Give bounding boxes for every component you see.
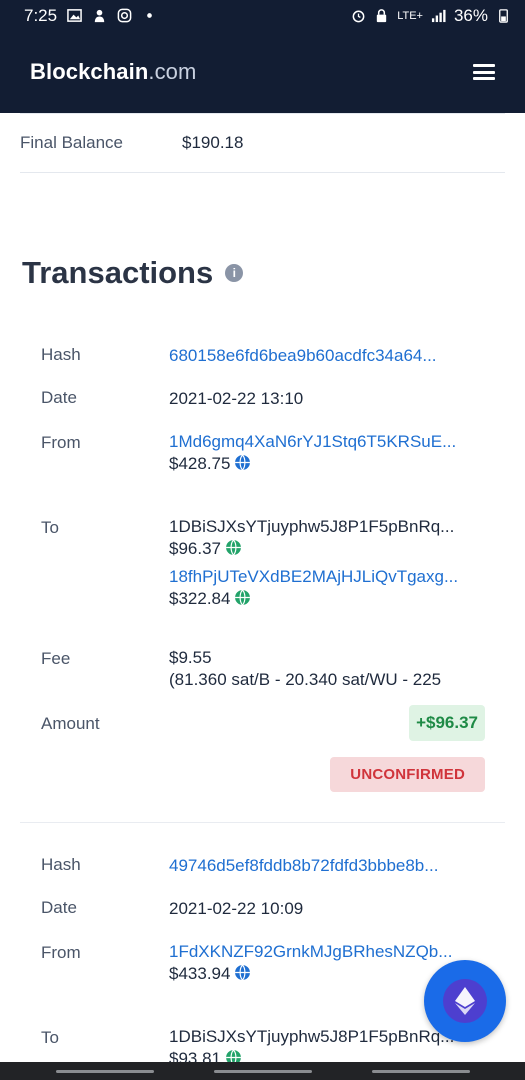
globe-icon[interactable] (234, 964, 251, 981)
instagram-icon (117, 8, 132, 23)
transactions-heading: Transactions i (22, 255, 244, 291)
brand-suffix: .com (148, 59, 197, 84)
tx-from-label: From (41, 433, 81, 452)
tx-date-value: 2021-02-22 13:10 (169, 389, 304, 408)
tx-to-amount: $96.37 (169, 539, 221, 558)
tx-to-amount: $322.84 (169, 589, 231, 608)
tx-hash-link[interactable]: 49746d5ef8fddb8b72fdfd3bbbe8b... (169, 856, 438, 875)
tx-fee-row: Fee (41, 649, 70, 669)
tx-date-label: Date (41, 898, 77, 917)
tx-date-row: Date (41, 898, 77, 918)
battery-percent: 36% (453, 5, 488, 25)
tx-hash-label: Hash (41, 855, 81, 874)
tx-to-address[interactable]: 18fhPjUTeVXdBE2MAjHJLiQvTgaxg... (169, 567, 458, 586)
nav-back-handle[interactable] (55, 1069, 154, 1073)
tx-to-row: To (41, 1028, 59, 1048)
tx-to-address: 1DBiSJXsYTjuyphw5J8P1F5pBnRq... (169, 1027, 455, 1046)
nav-recents-handle[interactable] (371, 1069, 470, 1073)
clock-time: 7:25 (24, 5, 58, 25)
final-balance-value: $190.18 (182, 133, 244, 152)
dot-icon (147, 13, 152, 18)
final-balance-row: Final Balance $190.18 (20, 113, 505, 173)
app-header: Blockchain.com (0, 31, 525, 113)
tx-from-amount: $428.75 (169, 454, 231, 473)
hamburger-menu-icon[interactable] (473, 64, 495, 80)
transaction-card: Hash 680158e6fd6bea9b60acdfc34a64... Dat… (20, 333, 505, 813)
tx-hash-row: Hash (41, 855, 81, 875)
tx-from-row: From (41, 943, 81, 963)
system-status-bar: 7:25 LTE+ 36% (0, 0, 525, 31)
transactions-title: Transactions (22, 255, 214, 290)
page-content: Final Balance $190.18 Transactions i Has… (0, 113, 525, 1062)
tx-fee-value: $9.55 (169, 648, 212, 667)
brand-name: Blockchain (30, 59, 149, 84)
tx-hash-label: Hash (41, 345, 81, 364)
network-type: LTE+ (397, 9, 423, 22)
info-icon[interactable]: i (225, 264, 244, 282)
tx-date-row: Date (41, 388, 77, 408)
system-navigation-bar (0, 1062, 525, 1080)
tx-to-amount: $93.81 (169, 1049, 221, 1062)
tx-from-address[interactable]: 1FdXKNZF92GrnkMJgBRhesNZQb... (169, 942, 452, 961)
tx-to-address: 1DBiSJXsYTjuyphw5J8P1F5pBnRq... (169, 517, 455, 536)
tx-from-address[interactable]: 1Md6gmq4XaN6rYJ1Stq6T5KRSuE... (169, 432, 456, 451)
tx-amount-badge: +$96.37 (409, 705, 485, 741)
alarm-icon (352, 10, 365, 23)
nav-home-handle[interactable] (213, 1069, 312, 1073)
lock-icon (377, 9, 387, 23)
tx-to-label: To (41, 1028, 59, 1047)
tx-hash-row: Hash (41, 345, 81, 365)
tx-fee-label: Fee (41, 649, 71, 668)
tx-date-label: Date (41, 388, 77, 407)
ethereum-icon (443, 979, 487, 1023)
ethereum-fab-button[interactable] (424, 960, 506, 1042)
notification-icon (94, 9, 105, 23)
battery-icon (499, 9, 508, 23)
tx-to-row: To (41, 518, 59, 538)
transaction-divider (20, 822, 505, 823)
gallery-icon (67, 9, 82, 22)
final-balance-label: Final Balance (20, 133, 124, 152)
tx-from-amount: $433.94 (169, 964, 231, 983)
tx-fee-detail: (81.360 sat/B - 20.340 sat/WU - 225 (169, 670, 442, 689)
tx-from-row: From (41, 433, 81, 453)
transaction-card: Hash 49746d5ef8fddb8b72fdfd3bbbe8b... Da… (20, 843, 505, 1062)
signal-icon (431, 9, 446, 23)
tx-from-label: From (41, 943, 81, 962)
globe-icon[interactable] (234, 589, 251, 606)
tx-amount-row: Amount (41, 714, 100, 734)
globe-icon[interactable] (225, 1049, 242, 1062)
tx-hash-link[interactable]: 680158e6fd6bea9b60acdfc34a64... (169, 346, 437, 365)
globe-icon[interactable] (234, 454, 251, 471)
tx-amount-label: Amount (41, 714, 100, 733)
tx-status-badge: UNCONFIRMED (330, 757, 485, 792)
globe-icon[interactable] (225, 539, 242, 556)
brand-logo[interactable]: Blockchain.com (30, 59, 196, 85)
tx-to-label: To (41, 518, 59, 537)
tx-date-value: 2021-02-22 10:09 (169, 899, 304, 918)
